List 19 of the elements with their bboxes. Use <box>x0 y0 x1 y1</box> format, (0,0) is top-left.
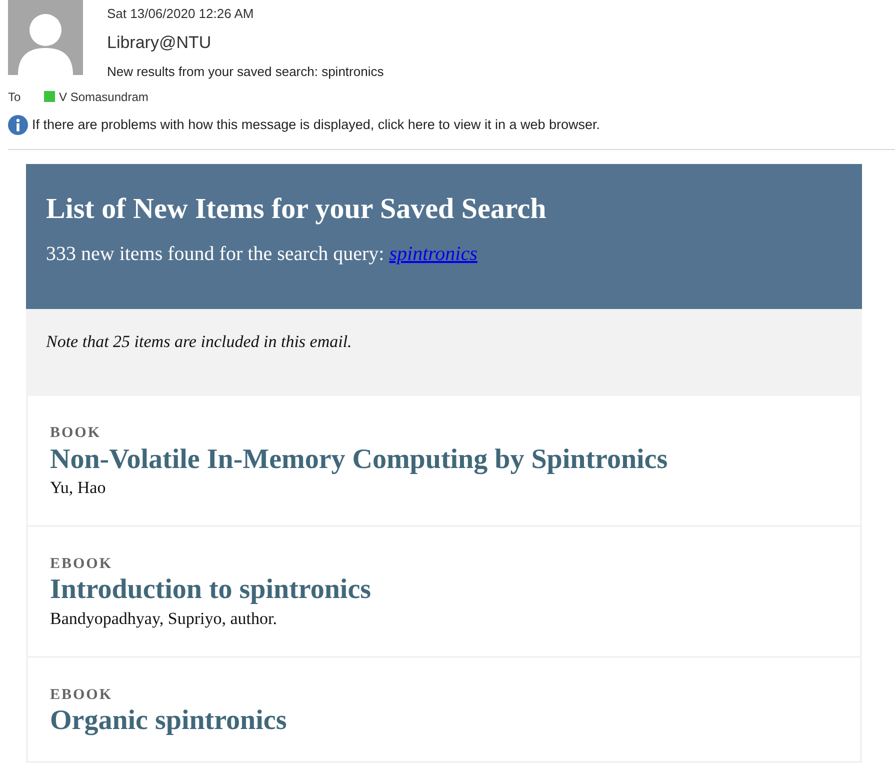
item-type: EBOOK <box>50 686 114 705</box>
item-type: EBOOK <box>50 554 114 574</box>
recipient-name[interactable]: V Somasundram <box>59 88 148 106</box>
to-label: To <box>8 88 22 106</box>
note-text: Note that 25 items are included in this email. <box>46 332 352 351</box>
banner-title: List of New Items for your Saved Search <box>46 192 548 227</box>
item-title-link[interactable]: Organic spintronics <box>50 706 838 737</box>
item-type: BOOK <box>50 424 102 444</box>
item-title-link[interactable]: Non-Volatile In-Memory Computing by Spintronics <box>50 444 838 476</box>
message-subject: New results from your saved search: spintronics <box>107 63 384 81</box>
sender-name: Library@NTU <box>107 32 212 54</box>
info-icon <box>8 114 28 135</box>
message-date: Sat 13/06/2020 12:26 AM <box>107 5 255 23</box>
item-title-link[interactable]: Introduction to spintronics <box>50 575 838 606</box>
presence-icon <box>44 91 55 102</box>
banner-summary: 333 new items found for the search query: <box>46 242 386 265</box>
info-bar-text[interactable]: If there are problems with how this message is displayed, click here to view it in a web browser. <box>32 114 600 135</box>
item-author: Yu, Hao <box>50 477 107 500</box>
item-author: Bandyopadhyay, Supriyo, author. <box>50 608 278 630</box>
